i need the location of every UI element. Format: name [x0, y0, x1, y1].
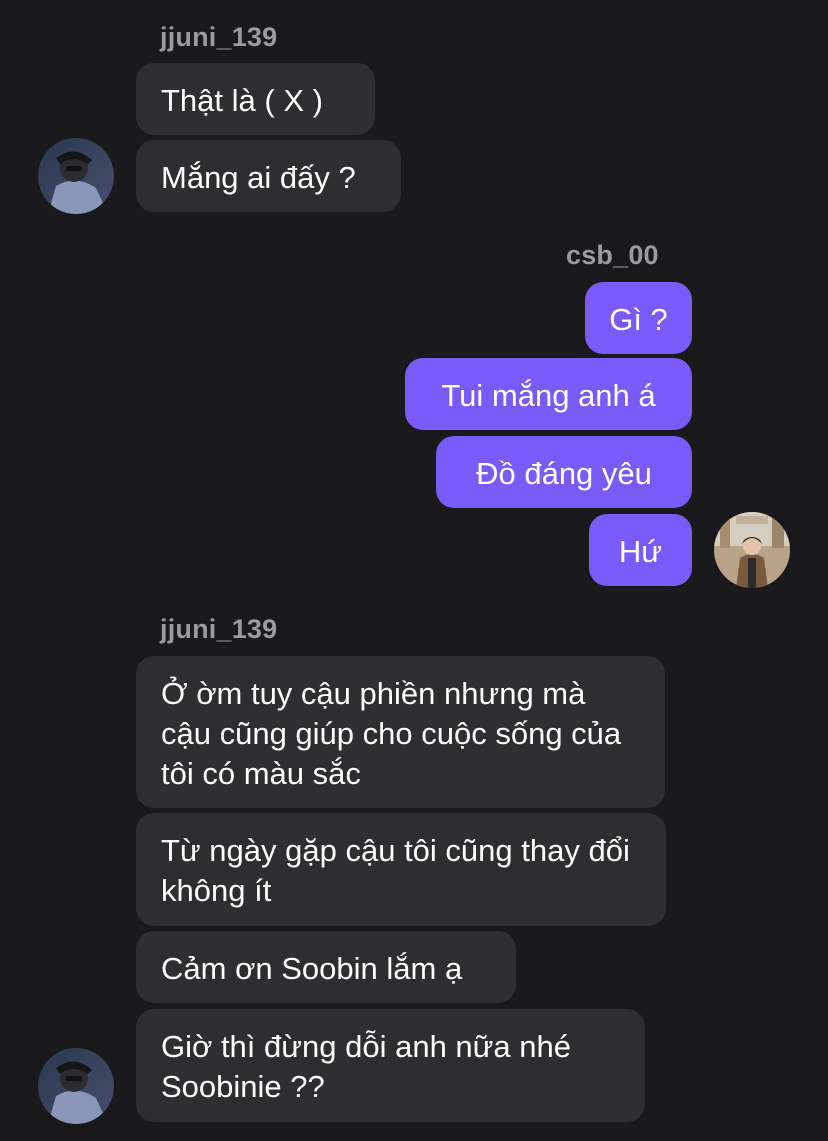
message-bubble-outgoing[interactable]: Tui mắng anh á: [405, 358, 692, 430]
message-bubble-incoming[interactable]: Ở ờm tuy cậu phiền nhưng mà cậu cũng giú…: [136, 656, 665, 808]
message-bubble-incoming[interactable]: Cảm ơn Soobin lắm ạ: [136, 931, 516, 1003]
message-bubble-outgoing[interactable]: Gì ?: [585, 282, 692, 354]
message-bubble-incoming[interactable]: Từ ngày gặp cậu tôi cũng thay đổi không …: [136, 813, 666, 926]
sender-name-jjuni[interactable]: jjuni_139: [160, 22, 277, 53]
message-bubble-outgoing[interactable]: Đồ đáng yêu: [436, 436, 692, 508]
message-bubble-outgoing[interactable]: Hứ: [589, 514, 692, 586]
message-bubble-incoming[interactable]: Giờ thì đừng dỗi anh nữa nhé Soobinie ??: [136, 1009, 645, 1122]
sender-name-jjuni[interactable]: jjuni_139: [160, 614, 277, 645]
sender-name-csb[interactable]: csb_00: [566, 240, 659, 271]
avatar-jjuni-icon[interactable]: [38, 1048, 114, 1124]
message-bubble-incoming[interactable]: Thật là ( X ): [136, 63, 375, 135]
avatar-csb-icon[interactable]: [714, 512, 790, 588]
avatar-jjuni-icon[interactable]: [38, 138, 114, 214]
message-bubble-incoming[interactable]: Mắng ai đấy ?: [136, 140, 401, 212]
